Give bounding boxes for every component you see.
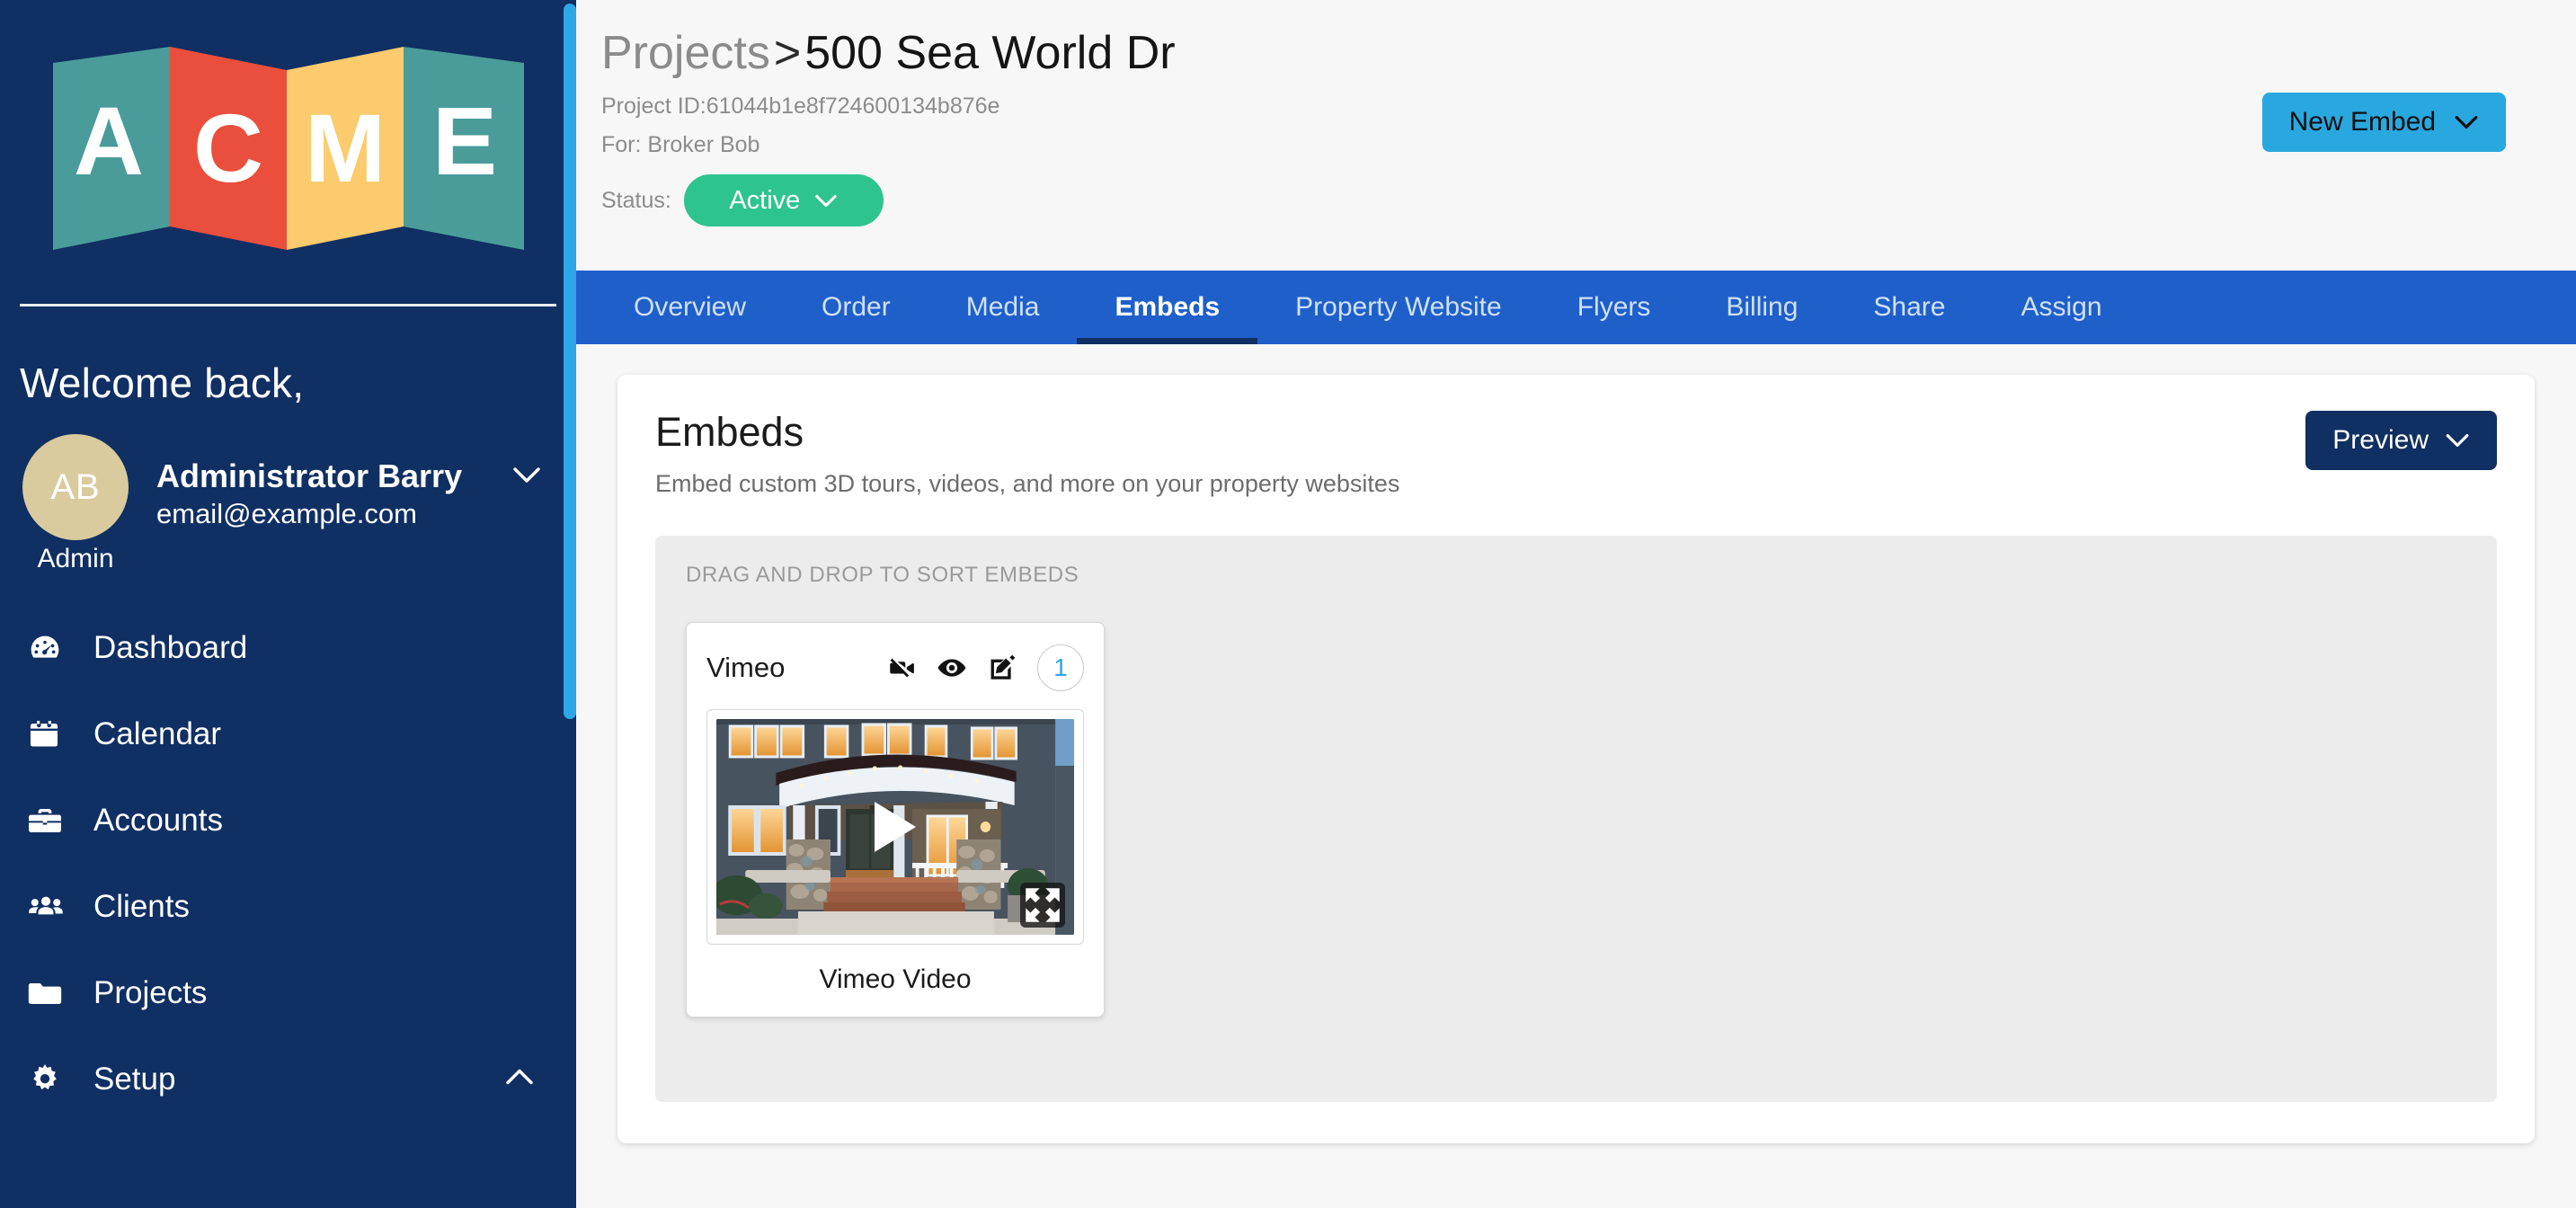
app-root: A C M E Welcome back, AB Admin Administr… xyxy=(0,0,2576,1208)
tab-flyers[interactable]: Flyers xyxy=(1540,271,1689,344)
chevron-up-icon[interactable] xyxy=(506,1069,533,1091)
user-email: email@example.com xyxy=(156,498,417,530)
edit-pencil-icon[interactable] xyxy=(987,653,1017,683)
tab-label: Media xyxy=(965,292,1040,322)
tab-label: Overview xyxy=(634,292,747,322)
page-title: 500 Sea World Dr xyxy=(804,27,1176,79)
eye-icon[interactable] xyxy=(937,653,967,683)
sidebar-item-label: Clients xyxy=(93,889,190,924)
chevron-down-icon xyxy=(814,186,838,216)
embed-thumbnail[interactable] xyxy=(716,719,1074,935)
new-embed-button[interactable]: New Embed xyxy=(2261,93,2506,152)
panel-title: Embeds xyxy=(655,409,804,455)
calendar-icon xyxy=(27,717,74,751)
sidebar-scrollbar[interactable] xyxy=(564,0,576,1208)
tab-label: Share xyxy=(1873,292,1946,322)
sidebar-item-label: Dashboard xyxy=(93,630,248,665)
main-content: Projects>500 Sea World Dr Project ID:610… xyxy=(576,0,2576,1208)
sidebar-item-label: Projects xyxy=(93,975,208,1010)
tab-share[interactable]: Share xyxy=(1835,271,1983,344)
chevron-down-icon xyxy=(2445,425,2470,456)
drag-drop-hint: DRAG AND DROP TO SORT EMBEDS xyxy=(686,563,1079,587)
svg-text:M: M xyxy=(305,93,386,202)
preview-button[interactable]: Preview xyxy=(2305,411,2497,470)
tab-overview[interactable]: Overview xyxy=(596,271,784,344)
embed-thumbnail-frame xyxy=(706,709,1084,945)
sidebar-user-block[interactable]: AB Admin Administrator Barry email@examp… xyxy=(0,407,576,574)
sidebar: A C M E Welcome back, AB Admin Administr… xyxy=(0,0,576,1208)
chevron-down-icon xyxy=(2454,107,2479,138)
content-area: Embeds Embed custom 3D tours, videos, an… xyxy=(576,344,2576,1143)
folder-icon xyxy=(27,975,74,1011)
panel-subtitle: Embed custom 3D tours, videos, and more … xyxy=(655,470,1400,497)
tab-order[interactable]: Order xyxy=(784,271,928,344)
sidebar-item-calendar[interactable]: Calendar xyxy=(0,691,576,777)
acme-map-logo-icon: A C M E xyxy=(52,47,524,250)
tab-billing[interactable]: Billing xyxy=(1688,271,1835,344)
embed-count-badge[interactable]: 1 xyxy=(1037,644,1084,691)
tab-embeds[interactable]: Embeds xyxy=(1077,271,1257,344)
svg-text:E: E xyxy=(431,86,496,195)
embeds-drop-zone[interactable]: DRAG AND DROP TO SORT EMBEDS Vimeo 1 Vim… xyxy=(655,536,2497,1102)
embed-card-actions: 1 xyxy=(886,644,1084,691)
embeds-panel: Embeds Embed custom 3D tours, videos, an… xyxy=(617,375,2535,1143)
tab-label: Property Website xyxy=(1295,292,1502,322)
tab-label: Billing xyxy=(1726,292,1799,322)
status-badge[interactable]: Active xyxy=(683,174,884,227)
embed-card[interactable]: Vimeo 1 Vimeo Video xyxy=(686,622,1105,1017)
tab-label: Order xyxy=(822,292,891,322)
acme-logo[interactable]: A C M E xyxy=(0,0,576,288)
sidebar-item-accounts[interactable]: Accounts xyxy=(0,777,576,864)
tachometer-icon xyxy=(27,630,74,666)
sidebar-item-clients[interactable]: Clients xyxy=(0,864,576,950)
breadcrumb-separator: > xyxy=(773,27,802,79)
briefcase-icon xyxy=(27,803,74,839)
tab-label: Assign xyxy=(2021,292,2102,322)
sidebar-item-setup[interactable]: Setup xyxy=(0,1036,576,1123)
preview-label: Preview xyxy=(2332,425,2429,455)
sidebar-item-label: Accounts xyxy=(93,803,223,838)
user-meta: Administrator Barry email@example.com xyxy=(131,434,462,530)
tab-label: Flyers xyxy=(1577,292,1651,322)
sidebar-item-projects[interactable]: Projects xyxy=(0,950,576,1036)
user-name: Administrator Barry xyxy=(156,457,463,494)
new-embed-label: New Embed xyxy=(2288,107,2436,137)
svg-text:C: C xyxy=(193,93,263,202)
user-role: Admin xyxy=(37,544,114,573)
tab-media[interactable]: Media xyxy=(928,271,1078,344)
avatar: AB xyxy=(22,434,129,540)
sidebar-item-label: Setup xyxy=(93,1061,176,1097)
svg-text:A: A xyxy=(74,86,144,195)
sidebar-item-label: Calendar xyxy=(93,716,222,751)
breadcrumb: Projects>500 Sea World Dr xyxy=(601,13,2576,81)
avatar-column: AB Admin xyxy=(20,434,131,574)
breadcrumb-parent[interactable]: Projects xyxy=(601,27,770,79)
tab-assign[interactable]: Assign xyxy=(1983,271,2139,344)
video-slash-icon[interactable] xyxy=(886,653,917,683)
embed-caption: Vimeo Video xyxy=(819,964,972,994)
sidebar-scrollbar-thumb[interactable] xyxy=(564,4,576,719)
status-value: Active xyxy=(729,185,801,215)
page-header: Projects>500 Sea World Dr Project ID:610… xyxy=(576,0,2576,271)
tab-property-website[interactable]: Property Website xyxy=(1257,271,1540,344)
sidebar-item-dashboard[interactable]: Dashboard xyxy=(0,605,576,691)
status-label: Status: xyxy=(601,187,671,213)
status-row: Status: Active xyxy=(601,174,2576,227)
embed-card-header: Vimeo 1 xyxy=(706,643,1084,693)
project-tabbar: Overview Order Media Embeds Property Web… xyxy=(576,271,2576,344)
welcome-heading: Welcome back, xyxy=(20,360,305,406)
fullscreen-icon[interactable] xyxy=(1020,883,1065,928)
gear-icon xyxy=(27,1061,74,1097)
embed-name: Vimeo xyxy=(706,652,786,683)
chevron-down-icon[interactable] xyxy=(513,466,540,489)
sidebar-nav: Dashboard Calendar Accounts Clients Proj… xyxy=(0,605,576,1123)
tab-label: Embeds xyxy=(1115,292,1221,322)
users-icon xyxy=(27,888,74,926)
